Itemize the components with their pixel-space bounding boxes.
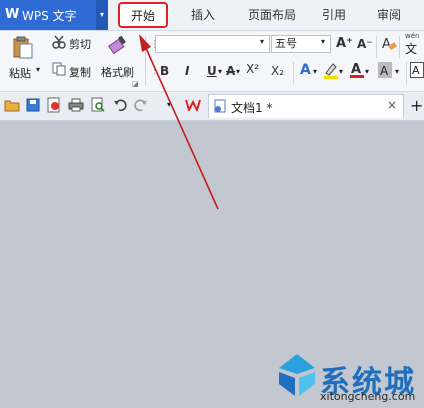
watermark-logo-icon (275, 352, 319, 403)
annotation-arrow (139, 34, 219, 210)
watermark-url: xitongcheng.com (320, 390, 416, 403)
